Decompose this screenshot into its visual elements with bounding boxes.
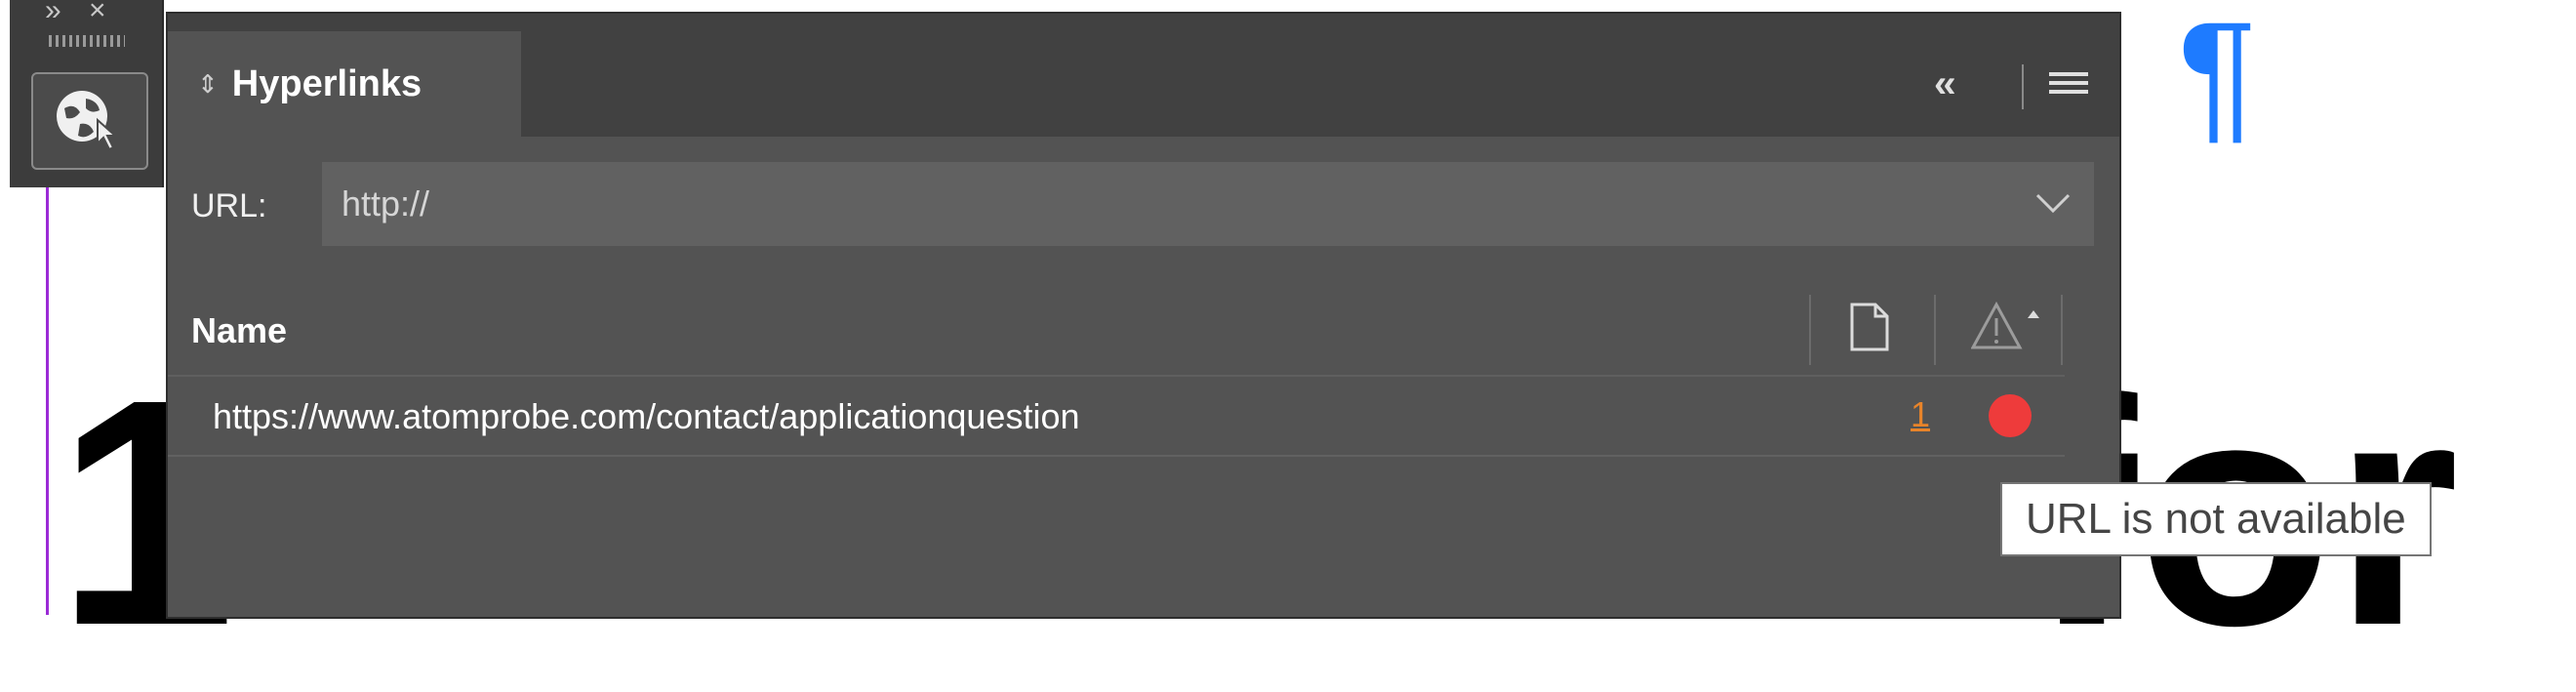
column-divider[interactable] (1809, 295, 1811, 365)
url-input[interactable] (322, 162, 2094, 246)
panel-header: ⇕ Hyperlinks ‹‹ (168, 14, 2119, 137)
column-name-header[interactable]: Name (191, 310, 287, 351)
warning-sort-icon[interactable] (1971, 301, 2051, 353)
dock-controls[interactable]: » × (45, 0, 116, 27)
double-chevron-left-icon[interactable]: ‹‹ (1934, 62, 1956, 106)
tab-hyperlinks[interactable]: ⇕ Hyperlinks (168, 31, 521, 137)
header-divider (2022, 64, 2024, 109)
page-number-link[interactable]: 1 (1911, 394, 1930, 435)
pilcrow-mark: ¶ (2178, 0, 2257, 155)
chevron-down-icon[interactable] (2032, 183, 2074, 223)
page-icon[interactable] (1848, 303, 1891, 351)
tab-expand-icon[interactable]: ⇕ (197, 71, 219, 97)
hyperlinks-dock-button[interactable] (31, 72, 148, 170)
hyperlinks-panel: ⇕ Hyperlinks ‹‹ URL: Name https (166, 12, 2121, 619)
margin-guide (46, 185, 49, 615)
list-header: Name (168, 275, 2119, 365)
url-label: URL: (191, 187, 267, 224)
collapsed-panel-dock: » × (10, 0, 164, 187)
column-divider[interactable] (2061, 295, 2063, 365)
dock-grip[interactable] (49, 35, 125, 47)
url-row: URL: (168, 162, 2119, 248)
hamburger-menu-icon[interactable] (2049, 72, 2088, 102)
status-error-icon[interactable] (1989, 394, 2032, 437)
table-row[interactable]: https://www.atomprobe.com/contact/applic… (168, 375, 2065, 457)
column-divider[interactable] (1934, 295, 1936, 365)
hyperlinks-globe-icon (57, 91, 118, 151)
hyperlink-name[interactable]: https://www.atomprobe.com/contact/applic… (213, 396, 1080, 437)
panel-title: Hyperlinks (231, 62, 423, 104)
tooltip: URL is not available (2000, 482, 2432, 556)
